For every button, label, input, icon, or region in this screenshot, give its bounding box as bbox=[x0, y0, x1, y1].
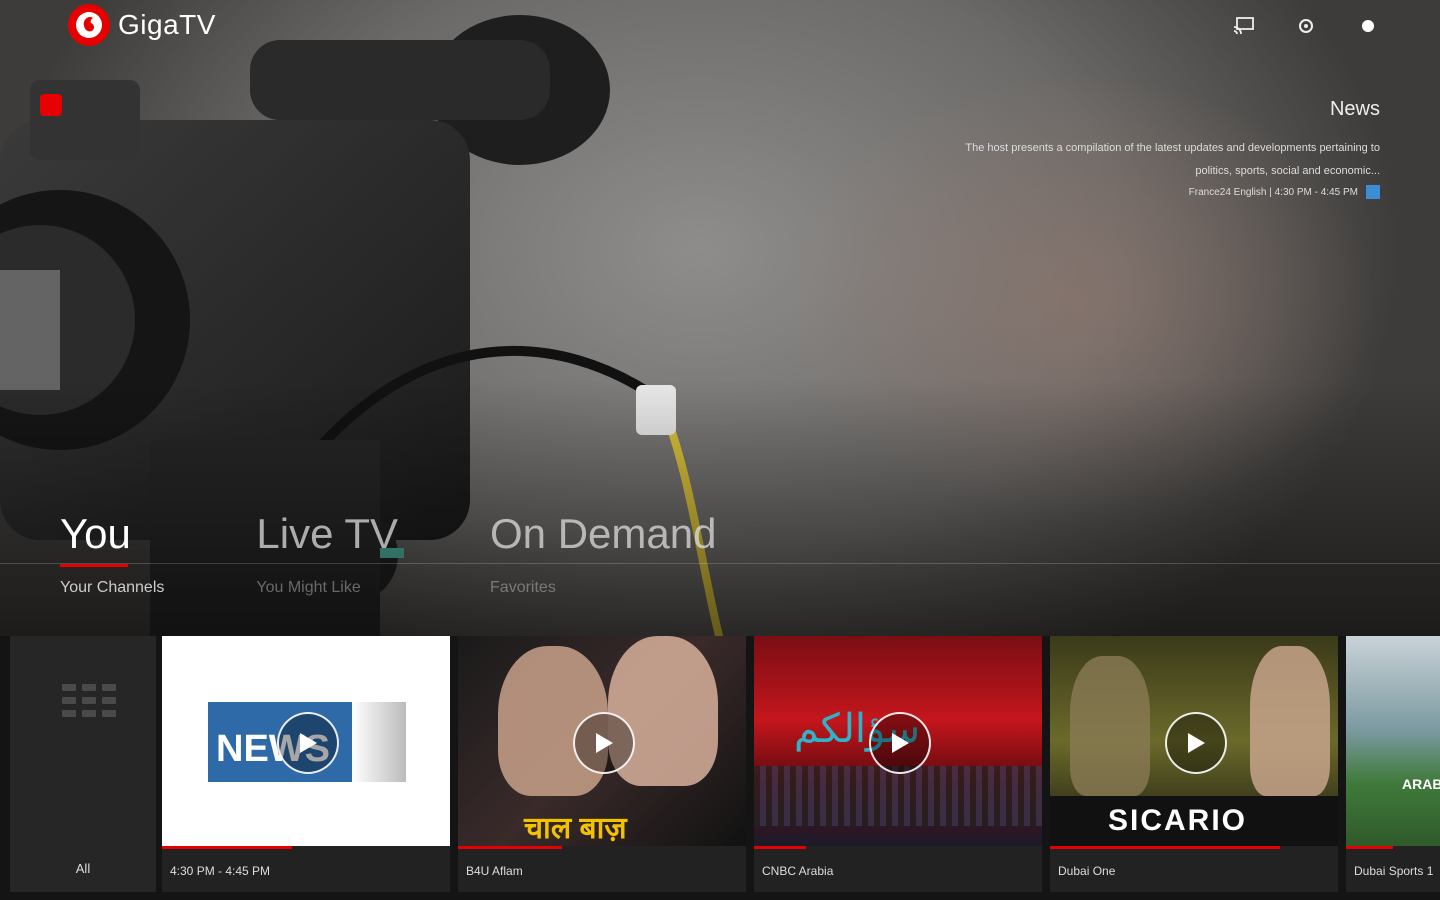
profile-icon[interactable] bbox=[1356, 14, 1380, 38]
channel-rail: All NEWS 4:30 PM - 4:45 PM चाल बाज़ B4U … bbox=[0, 636, 1440, 900]
watch-progress bbox=[1346, 846, 1393, 849]
watch-progress bbox=[162, 846, 292, 849]
tab-sublabel[interactable]: Your Channels bbox=[60, 579, 164, 597]
active-tab-indicator bbox=[60, 564, 128, 567]
channel-badge-icon bbox=[1366, 185, 1380, 199]
channel-card-news[interactable]: NEWS 4:30 PM - 4:45 PM bbox=[162, 636, 450, 892]
program-title: News bbox=[1329, 98, 1380, 120]
gigatv-logo[interactable]: GigaTV bbox=[68, 4, 216, 46]
tab-label: You bbox=[60, 510, 131, 557]
header-actions bbox=[1232, 14, 1380, 38]
watch-progress bbox=[1050, 846, 1281, 849]
play-icon[interactable] bbox=[277, 712, 339, 774]
play-icon[interactable] bbox=[1165, 712, 1227, 774]
program-description: The host presents a compilation of the l… bbox=[965, 142, 1380, 177]
cast-icon[interactable] bbox=[1232, 14, 1256, 38]
all-channels-tile[interactable]: All bbox=[10, 636, 156, 892]
tab-label: Live TV bbox=[256, 510, 399, 557]
play-icon[interactable] bbox=[573, 712, 635, 774]
card-label: Dubai One bbox=[1058, 864, 1116, 878]
vodafone-logo-icon bbox=[68, 4, 110, 46]
channel-card-cnbc-arabia[interactable]: سؤالكم CNBC Arabia bbox=[754, 636, 1042, 892]
app-name: GigaTV bbox=[118, 9, 216, 40]
program-info: News The host presents a compilation of … bbox=[960, 98, 1380, 199]
thumb-text: चाल बाज़ bbox=[524, 812, 627, 845]
card-label: B4U Aflam bbox=[466, 864, 523, 878]
thumb-text: SICARIO bbox=[1108, 804, 1248, 837]
channel-card-dubai-sports-1[interactable]: ARAB Dubai Sports 1 bbox=[1346, 636, 1440, 892]
program-meta: France24 English | 4:30 PM - 4:45 PM bbox=[960, 185, 1380, 199]
tab-on-demand[interactable]: On Demand Favorites bbox=[490, 510, 716, 597]
program-channel-time: France24 English | 4:30 PM - 4:45 PM bbox=[1188, 186, 1358, 198]
tab-live-tv[interactable]: Live TV You Might Like bbox=[256, 510, 398, 597]
channel-card-b4u-aflam[interactable]: चाल बाज़ B4U Aflam bbox=[458, 636, 746, 892]
card-label: CNBC Arabia bbox=[762, 864, 834, 878]
tab-you[interactable]: You Your Channels bbox=[60, 510, 164, 597]
play-icon[interactable] bbox=[869, 712, 931, 774]
tab-sublabel[interactable]: You Might Like bbox=[256, 579, 398, 597]
card-thumbnail: ARAB bbox=[1346, 636, 1440, 846]
tab-sublabel[interactable]: Favorites bbox=[490, 579, 716, 597]
thumb-text: ARAB bbox=[1402, 776, 1440, 792]
grid-icon bbox=[62, 684, 116, 717]
channel-card-dubai-one[interactable]: SICARIO Dubai One bbox=[1050, 636, 1338, 892]
tab-label: On Demand bbox=[490, 510, 717, 557]
settings-icon[interactable] bbox=[1294, 14, 1318, 38]
main-tabs: You Your Channels Live TV You Might Like… bbox=[60, 510, 716, 597]
watch-progress bbox=[458, 846, 562, 849]
card-label: Dubai Sports 1 bbox=[1354, 864, 1434, 878]
watch-progress bbox=[754, 846, 806, 849]
card-label: 4:30 PM - 4:45 PM bbox=[170, 864, 271, 878]
all-channels-label: All bbox=[75, 861, 91, 876]
